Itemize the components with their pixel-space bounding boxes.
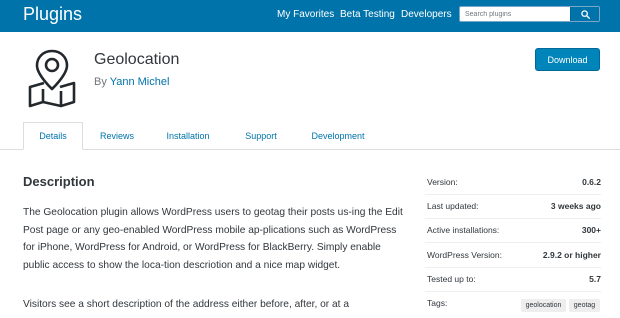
search-input[interactable]	[460, 7, 572, 21]
meta-active-installs: Active installations: 300+	[425, 219, 601, 243]
search-icon	[580, 9, 590, 19]
tab-development[interactable]: Development	[300, 122, 376, 150]
description-paragraph: Visitors see a short description of the …	[23, 299, 349, 310]
map-location-icon	[28, 49, 76, 108]
meta-tags: Tags: geolocation geotag	[425, 292, 601, 316]
site-brand[interactable]: Plugins	[23, 4, 82, 25]
tab-support[interactable]: Support	[236, 122, 286, 150]
plugin-byline: By Yann Michel	[94, 76, 169, 88]
top-bar: Plugins My Favorites Beta Testing Develo…	[0, 0, 620, 32]
meta-value: 2.9.2 or higher	[542, 250, 601, 260]
meta-wp-version: WordPress Version: 2.9.2 or higher	[425, 244, 601, 268]
meta-label: Tested up to:	[427, 274, 476, 284]
plugin-title: Geolocation	[94, 51, 180, 68]
author-link[interactable]: Yann Michel	[110, 76, 170, 88]
meta-value: 0.6.2	[582, 177, 601, 187]
meta-label: WordPress Version:	[427, 250, 502, 260]
meta-value: 3 weeks ago	[550, 201, 601, 211]
search-button[interactable]	[570, 7, 599, 21]
meta-label: Active installations:	[427, 225, 500, 235]
meta-label: Version:	[427, 177, 458, 187]
by-prefix: By	[94, 76, 107, 88]
tab-details[interactable]: Details	[23, 122, 83, 150]
meta-last-updated: Last updated: 3 weeks ago	[425, 195, 601, 219]
nav-developers[interactable]: Developers	[401, 9, 452, 20]
nav-my-favorites[interactable]: My Favorites	[277, 9, 334, 20]
description-heading: Description	[23, 174, 95, 189]
meta-value: 5.7	[589, 274, 601, 284]
meta-label: Last updated:	[427, 201, 479, 211]
tab-installation[interactable]: Installation	[156, 122, 220, 150]
description-paragraph: The Geolocation plugin allows WordPress …	[23, 207, 403, 271]
tab-reviews[interactable]: Reviews	[93, 122, 141, 150]
meta-label: Tags:	[427, 298, 448, 308]
meta-value: 300+	[581, 225, 601, 235]
tag-link[interactable]: geotag	[569, 299, 600, 312]
meta-version: Version: 0.6.2	[425, 171, 601, 195]
search-box	[459, 6, 600, 22]
tag-link[interactable]: geolocation	[521, 299, 566, 312]
nav-beta-testing[interactable]: Beta Testing	[340, 9, 395, 20]
meta-tested-up-to: Tested up to: 5.7	[425, 268, 601, 292]
download-button[interactable]: Download	[535, 48, 600, 71]
